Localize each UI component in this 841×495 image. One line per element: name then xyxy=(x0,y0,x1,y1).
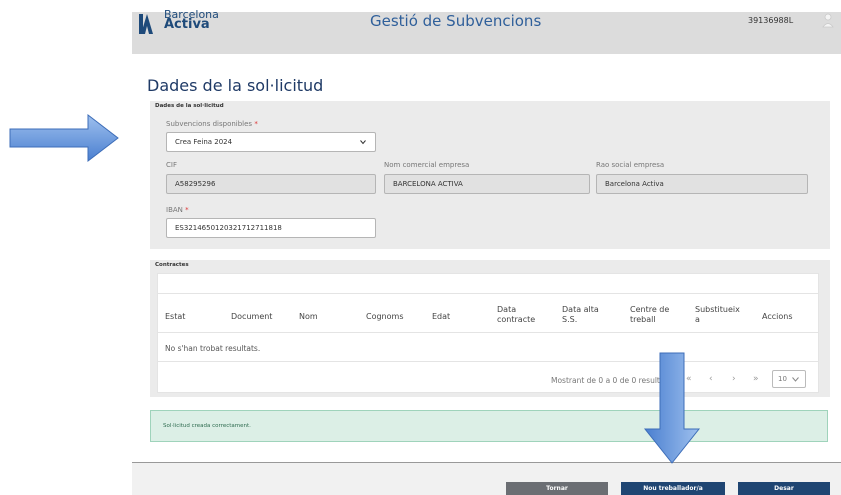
app-title: Gestió de Subvencions xyxy=(370,12,542,30)
nom-comercial-field: BARCELONA ACTIVA xyxy=(384,174,590,194)
table-divider xyxy=(157,332,819,333)
column-header-cognoms[interactable]: Cognoms xyxy=(366,312,403,322)
success-alert: Sol·licitud creada correctament. xyxy=(150,410,828,442)
rao-social-label: Rao social empresa xyxy=(596,161,665,169)
footer-bar xyxy=(132,463,841,495)
barcelona-activa-logo-icon xyxy=(139,14,153,34)
column-header-data-alta-ss[interactable]: Data alta S.S. xyxy=(562,305,599,325)
pagination-last-button[interactable]: » xyxy=(753,374,759,384)
app-header: Barcelona Activa Gestió de Subvencions 3… xyxy=(132,8,841,54)
table-divider xyxy=(157,293,819,294)
subvencions-select[interactable]: Crea Feina 2024 xyxy=(166,132,376,152)
column-header-accions: Accions xyxy=(762,312,793,321)
desar-button[interactable]: Desar xyxy=(738,482,830,495)
chevron-down-icon xyxy=(360,140,366,145)
nou-treballador-button[interactable]: Nou treballador/a xyxy=(621,482,725,495)
empty-results-text: No s'han trobat resultats. xyxy=(165,344,261,353)
tornar-button[interactable]: Tornar xyxy=(506,482,608,495)
cif-label: CIF xyxy=(166,161,177,169)
column-header-substitueix[interactable]: Substitueix a xyxy=(695,305,740,325)
user-id[interactable]: 39136988L xyxy=(748,16,793,25)
column-header-estat[interactable]: Estat xyxy=(165,312,185,322)
user-icon[interactable] xyxy=(822,12,834,28)
subvencions-value: Crea Feina 2024 xyxy=(175,138,233,146)
contracts-section-label: Contractes xyxy=(155,262,189,268)
rao-social-field: Barcelona Activa xyxy=(596,174,808,194)
cif-field: A58295296 xyxy=(166,174,376,194)
success-alert-text: Sol·licitud creada correctament. xyxy=(163,423,251,429)
page-title: Dades de la sol·licitud xyxy=(147,76,324,95)
column-header-nom[interactable]: Nom xyxy=(299,312,318,322)
subvencions-label: Subvencions disponibles * xyxy=(166,120,258,128)
nom-comercial-label: Nom comercial empresa xyxy=(384,161,470,169)
pagination-next-button[interactable]: › xyxy=(732,374,736,384)
column-header-centre-treball[interactable]: Centre de treball xyxy=(630,305,669,325)
table-divider xyxy=(157,361,819,362)
pagination-prev-button[interactable]: ‹ xyxy=(709,374,713,384)
column-header-document[interactable]: Document xyxy=(231,312,272,322)
down-arrow-annotation-icon xyxy=(643,352,701,464)
page-size-value: 10 xyxy=(778,375,787,383)
logo-line-2: Activa xyxy=(164,17,210,32)
iban-field[interactable]: ES3214650120321712711818 xyxy=(166,218,376,238)
right-arrow-annotation-icon xyxy=(9,113,119,163)
page-size-select[interactable]: 10 xyxy=(772,370,806,388)
iban-label: IBAN * xyxy=(166,206,189,214)
column-header-data-contracte[interactable]: Data contracte xyxy=(497,305,535,325)
contracts-table xyxy=(157,273,819,393)
chevron-down-icon xyxy=(792,377,799,382)
column-header-edat[interactable]: Edat xyxy=(432,312,450,322)
request-section-label: Dades de la sol·licitud xyxy=(155,103,224,109)
